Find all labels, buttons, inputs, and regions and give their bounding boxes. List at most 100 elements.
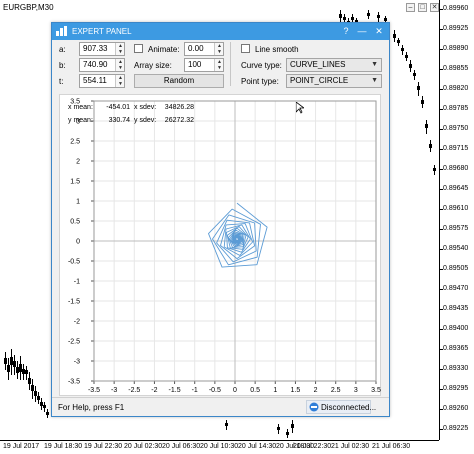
chart-close-button[interactable]: ✕	[430, 3, 439, 12]
x-tick-label: -3	[111, 387, 117, 394]
candle-body	[377, 15, 380, 18]
minimize-button[interactable]: —	[355, 25, 369, 37]
price-label: 0.89295	[443, 385, 469, 392]
price-label: 0.89715	[443, 145, 469, 152]
x-tick-label: 2	[314, 387, 318, 394]
price-label: 0.89365	[443, 345, 469, 352]
candle-body	[417, 86, 420, 90]
time-label: 19 Jul 2017	[3, 443, 40, 450]
y-tick-label: 0	[76, 239, 80, 246]
disconnected-icon	[309, 402, 319, 412]
candle-body	[409, 64, 412, 68]
help-button[interactable]: ?	[339, 25, 353, 37]
array-size-label: Array size:	[134, 61, 172, 70]
y-sdev-label: y sdev:	[134, 117, 156, 124]
a-spinner[interactable]: ▲ ▼	[115, 43, 124, 55]
random-button[interactable]: Random	[134, 74, 224, 88]
price-label: 0.89610	[443, 205, 469, 212]
y-tick-label: 2.5	[70, 139, 80, 146]
close-button[interactable]: ✕	[372, 25, 386, 37]
y-tick-label: -1	[74, 279, 80, 286]
candle-body	[277, 427, 280, 430]
candle-body	[433, 168, 436, 171]
candle-body	[286, 432, 289, 435]
price-label: 0.89925	[443, 25, 469, 32]
x-tick-label: 3.5	[371, 387, 381, 394]
candle-body	[367, 13, 370, 16]
spin-down-icon[interactable]: ▼	[216, 49, 223, 55]
animate-spinner[interactable]: ▲ ▼	[214, 43, 223, 55]
price-label: 0.89750	[443, 125, 469, 132]
status-connection-text: Disconnected...	[321, 403, 377, 412]
candle-body	[225, 423, 228, 426]
x-tick-label: -1.5	[169, 387, 181, 394]
price-label: 0.89785	[443, 105, 469, 112]
window-title: EXPERT PANEL	[72, 27, 132, 36]
y-tick-label: 1.5	[70, 179, 80, 186]
t-input[interactable]: 554.11 ▲ ▼	[79, 74, 125, 88]
candle-body	[405, 55, 408, 58]
y-mean-label: y mean:	[68, 117, 93, 124]
symbol-label: EURGBP,M30	[3, 3, 54, 12]
array-size-spinner[interactable]: ▲ ▼	[214, 59, 223, 71]
chevron-down-icon: ▼	[371, 61, 378, 68]
a-input[interactable]: 907.33 ▲ ▼	[79, 42, 125, 56]
price-label: 0.89540	[443, 245, 469, 252]
t-value: 554.11	[83, 76, 107, 85]
b-spinner[interactable]: ▲ ▼	[115, 59, 124, 71]
b-value: 740.90	[83, 60, 108, 69]
price-label: 0.89680	[443, 165, 469, 172]
x-tick-label: -1	[192, 387, 198, 394]
candle-body	[384, 18, 387, 21]
candle-body	[397, 40, 400, 43]
price-label: 0.89960	[443, 5, 469, 12]
candle-body	[343, 17, 346, 20]
x-tick-label: 1.5	[291, 387, 301, 394]
plot-area[interactable]: -3.5 -3 -2.5 -2 -1.5 -1 -0.5 0 0.5 1 1.5 2 2.5 3 3.5 3.…	[59, 94, 381, 396]
candle-body	[25, 370, 28, 374]
candle-body	[28, 378, 31, 384]
title-bar[interactable]: EXPERT PANEL ? — ✕	[52, 23, 389, 40]
time-label: 20 Jul 22:30	[293, 443, 332, 450]
x-tick-label: 2.5	[331, 387, 341, 394]
y-tick-label: -3	[74, 359, 80, 366]
y-tick-label: 0.5	[70, 219, 80, 226]
curve-series	[208, 202, 268, 268]
price-label: 0.89330	[443, 365, 469, 372]
price-label: 0.89890	[443, 45, 469, 52]
chart-restore-button[interactable]: □	[418, 3, 427, 12]
t-label: t:	[59, 77, 64, 86]
time-label: 21 Jul 02:30	[331, 443, 370, 450]
x-tick-label: 1	[273, 387, 277, 394]
chart-minimize-button[interactable]: –	[406, 3, 415, 12]
b-input[interactable]: 740.90 ▲ ▼	[79, 58, 125, 72]
line-smooth-checkbox[interactable]	[241, 44, 250, 53]
animate-checkbox[interactable]	[134, 44, 143, 53]
candle-body	[339, 14, 342, 18]
candle-body	[421, 100, 424, 104]
a-value: 907.33	[83, 44, 108, 53]
animate-input[interactable]: 0.00 ▲ ▼	[184, 42, 224, 56]
candle-body	[429, 144, 432, 148]
x-tick-label: -2	[151, 387, 157, 394]
mouse-cursor-icon	[296, 102, 304, 114]
price-axis: 0.89960 0.89925 0.89890 0.89855 0.89820 0.897…	[439, 0, 474, 440]
y-tick-label: -1.5	[68, 299, 80, 306]
spin-down-icon[interactable]: ▼	[117, 65, 124, 71]
chart-window-controls: – □ ✕	[406, 3, 439, 12]
price-label: 0.89470	[443, 285, 469, 292]
spin-down-icon[interactable]: ▼	[117, 81, 124, 87]
point-type-value: POINT_CIRCLE	[290, 76, 349, 85]
y-tick-label: -2.5	[68, 339, 80, 346]
array-size-input[interactable]: 100 ▲ ▼	[184, 58, 224, 72]
price-label: 0.89260	[443, 405, 469, 412]
status-bar: For Help, press F1 Disconnected...	[52, 397, 389, 416]
t-spinner[interactable]: ▲ ▼	[115, 75, 124, 87]
y-tick-label: -2	[74, 319, 80, 326]
point-type-select[interactable]: POINT_CIRCLE ▼	[286, 74, 382, 88]
curve-type-select[interactable]: CURVE_LINES ▼	[286, 58, 382, 72]
x-mean-label: x mean:	[68, 104, 93, 111]
spin-down-icon[interactable]: ▼	[216, 65, 223, 71]
connection-status: Disconnected...	[306, 400, 376, 414]
spin-down-icon[interactable]: ▼	[117, 49, 124, 55]
